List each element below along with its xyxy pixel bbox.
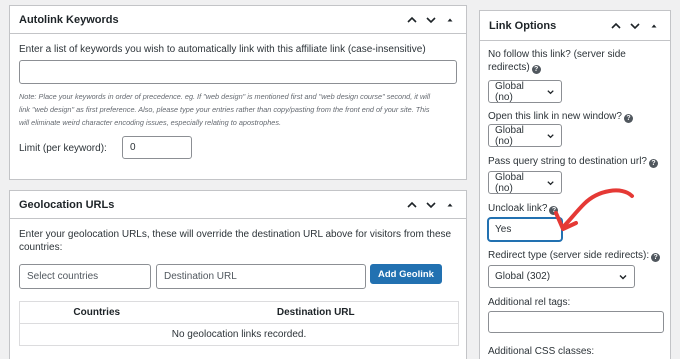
limit-label: Limit (per keyword):: [19, 143, 107, 154]
toggle-panel-button[interactable]: [442, 197, 458, 213]
nofollow-select[interactable]: Global (no): [488, 80, 562, 103]
uncloak-label-text: Uncloak link?: [488, 203, 548, 214]
autolink-description: Enter a list of keywords you wish to aut…: [19, 44, 426, 55]
move-down-button[interactable]: [627, 18, 643, 34]
help-icon[interactable]: ?: [531, 65, 541, 74]
nofollow-value: Global (no): [495, 80, 524, 103]
geolocation-header: Geolocation URLs: [10, 191, 466, 219]
chevron-down-icon: [630, 22, 640, 29]
autolink-keywords-title: Autolink Keywords: [19, 13, 119, 26]
redirect-type-label: Redirect type (server side redirects):?: [488, 249, 670, 262]
geolocation-title: Geolocation URLs: [19, 198, 115, 211]
geolocation-description: Enter your geolocation URLs, these will …: [19, 228, 459, 254]
toggle-panel-button[interactable]: [646, 18, 662, 34]
move-down-button[interactable]: [423, 12, 439, 28]
description-line: Enter your geolocation URLs, these will …: [19, 229, 452, 240]
help-icon[interactable]: ?: [651, 253, 661, 262]
rel-tags-input[interactable]: [488, 311, 664, 333]
move-down-button[interactable]: [423, 197, 439, 213]
new-window-label-text: Open this link in new window?: [488, 111, 622, 122]
keywords-note: Note: Place your keywords in order of pr…: [19, 90, 459, 129]
triangle-toggle-icon: [447, 203, 453, 206]
move-up-button[interactable]: [404, 197, 420, 213]
chevron-down-icon: [426, 201, 436, 208]
help-icon[interactable]: ?: [648, 159, 658, 168]
description-line: countries:: [19, 242, 63, 253]
destination-url-input[interactable]: Destination URL: [156, 264, 366, 289]
autolink-keywords-header: Autolink Keywords: [10, 6, 466, 34]
geolinks-table: Countries Destination URL No geolocation…: [19, 301, 459, 346]
rel-tags-label: Additional rel tags:: [488, 297, 571, 308]
link-options-title: Link Options: [489, 19, 557, 32]
countries-placeholder: Select countries: [27, 271, 99, 282]
move-up-button[interactable]: [608, 18, 624, 34]
nofollow-label-line: redirects): [488, 62, 530, 73]
move-up-button[interactable]: [404, 12, 420, 28]
help-icon[interactable]: ?: [623, 114, 633, 123]
column-header-destination: Destination URL: [276, 307, 355, 318]
query-string-label-text: Pass query string to destination url?: [488, 156, 647, 167]
query-string-label: Pass query string to destination url??: [488, 155, 670, 168]
note-line: will eliminate weird character encoding …: [19, 118, 282, 127]
note-line: link "web design" as first preference. A…: [19, 105, 430, 114]
query-string-value: Global (no): [495, 171, 524, 194]
new-window-select[interactable]: Global (no): [488, 124, 562, 147]
select-arrow-icon: [619, 274, 627, 279]
link-options-box: Link Options No follow this link? (serve…: [479, 10, 671, 359]
limit-input[interactable]: 0: [122, 136, 192, 159]
redirect-type-select[interactable]: Global (302): [488, 265, 635, 288]
select-arrow-icon: [547, 89, 554, 94]
chevron-up-icon: [611, 22, 621, 29]
autolink-keywords-box: Autolink Keywords Enter a list of keywor…: [9, 5, 467, 180]
annotation-arrow-icon: [554, 188, 634, 231]
chevron-up-icon: [407, 201, 417, 208]
add-geolink-button[interactable]: Add Geolink: [370, 264, 442, 284]
css-classes-label: Additional CSS classes:: [488, 346, 595, 357]
note-line: Note: Place your keywords in order of pr…: [19, 92, 431, 101]
nofollow-label-line: No follow this link? (server side: [488, 49, 626, 60]
chevron-up-icon: [407, 16, 417, 23]
toggle-panel-button[interactable]: [442, 12, 458, 28]
nofollow-label: No follow this link? (server side redire…: [488, 48, 664, 74]
chevron-down-icon: [426, 16, 436, 23]
empty-message: No geolocation links recorded.: [171, 329, 307, 340]
link-options-header: Link Options: [480, 11, 670, 41]
triangle-toggle-icon: [651, 24, 657, 27]
new-window-value: Global (no): [495, 124, 524, 147]
new-window-label: Open this link in new window??: [488, 110, 668, 123]
redirect-type-label-text: Redirect type (server side redirects):: [488, 250, 650, 261]
countries-select[interactable]: Select countries: [19, 264, 151, 289]
destination-url-placeholder: Destination URL: [164, 271, 237, 282]
keywords-input[interactable]: [19, 60, 457, 84]
triangle-toggle-icon: [447, 18, 453, 21]
geolocation-box: Geolocation URLs Enter your geolocation …: [9, 190, 467, 359]
column-header-countries: Countries: [73, 307, 121, 318]
uncloak-value: Yes: [495, 224, 512, 235]
select-arrow-icon: [547, 133, 554, 138]
redirect-type-value: Global (302): [495, 271, 551, 282]
select-arrow-icon: [547, 180, 554, 185]
